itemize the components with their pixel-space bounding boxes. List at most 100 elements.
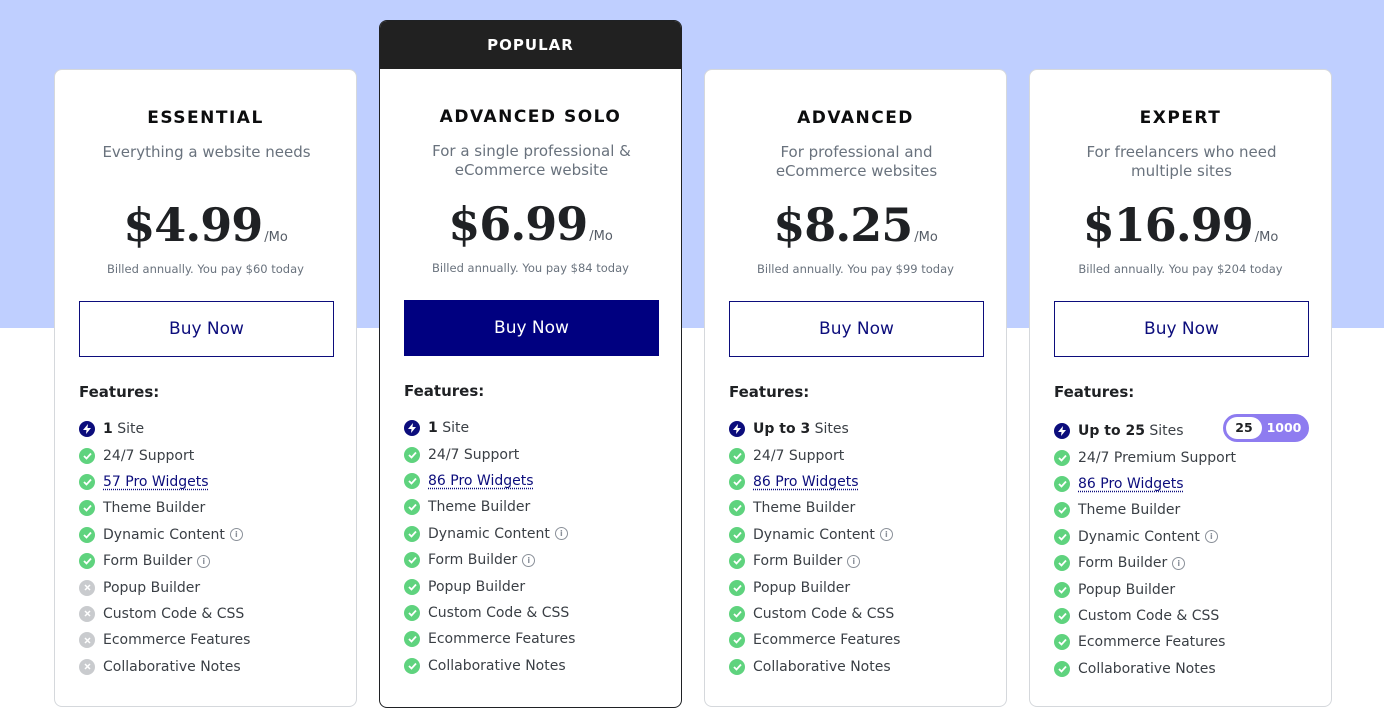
bolt-icon — [404, 420, 420, 437]
check-icon — [729, 447, 745, 464]
plan-price: $8.25 — [773, 198, 913, 252]
check-icon — [729, 473, 745, 490]
info-icon[interactable]: i — [1172, 556, 1186, 570]
bolt-icon — [1054, 423, 1070, 440]
price-row: $6.99/Mo — [380, 197, 681, 251]
info-icon[interactable]: i — [229, 528, 243, 542]
check-icon — [1054, 607, 1070, 624]
feature-label: Sites — [810, 421, 849, 438]
info-icon[interactable]: i — [197, 554, 211, 568]
feature-label: Custom Code & CSS — [1078, 607, 1220, 624]
feature-label: Collaborative Notes — [428, 657, 566, 674]
feature-item: Popup Builder — [79, 574, 250, 600]
plan-description: For a single professional & eCommerce we… — [432, 142, 631, 179]
buy-now-button[interactable]: Buy Now — [79, 301, 334, 357]
feature-item: Theme Builder — [1054, 497, 1236, 523]
cross-icon — [79, 632, 95, 649]
info-icon[interactable]: i — [847, 554, 861, 568]
check-icon — [404, 578, 420, 595]
billing-note: Billed annually. You pay $99 today — [757, 262, 954, 276]
feature-item: Custom Code & CSS — [404, 600, 575, 626]
info-icon[interactable]: i — [1204, 530, 1218, 544]
check-icon — [79, 500, 95, 517]
feature-label: Dynamic Content — [753, 526, 875, 543]
features-heading: Features: — [79, 383, 160, 401]
check-icon — [729, 526, 745, 543]
buy-now-button[interactable]: Buy Now — [1054, 301, 1309, 357]
feature-label: Dynamic Content — [1078, 528, 1200, 545]
bolt-icon — [79, 421, 95, 438]
check-icon — [79, 526, 95, 543]
price-row: $16.99/Mo — [1030, 198, 1331, 252]
plan-name: ADVANCED — [797, 108, 914, 128]
check-icon — [1054, 555, 1070, 572]
feature-item: Custom Code & CSS — [1054, 603, 1236, 629]
popular-banner: POPULAR — [380, 21, 681, 69]
plan-card-advanced-solo: POPULAR ADVANCED SOLO For a single profe… — [379, 20, 682, 708]
check-icon — [1054, 475, 1070, 492]
features-heading: Features: — [404, 382, 485, 400]
feature-item: Ecommerce Features — [404, 626, 575, 652]
price-period: /Mo — [589, 229, 613, 244]
plan-description: For professional and eCommerce websites — [775, 143, 938, 180]
feature-label: Ecommerce Features — [753, 632, 901, 649]
check-icon — [729, 579, 745, 596]
feature-item: 24/7 Support — [729, 442, 900, 468]
feature-item: Collaborative Notes — [79, 654, 250, 680]
check-icon — [404, 604, 420, 621]
feature-label: Custom Code & CSS — [428, 604, 570, 621]
pro-widgets-link[interactable]: 86 Pro Widgets — [1078, 476, 1184, 492]
feature-label: Collaborative Notes — [103, 658, 241, 675]
feature-item: Dynamic Content i — [1054, 524, 1236, 550]
info-icon[interactable]: i — [879, 528, 893, 542]
info-icon[interactable]: i — [522, 553, 536, 567]
feature-label: Dynamic Content — [103, 526, 225, 543]
price-period: /Mo — [264, 230, 288, 245]
price-period: /Mo — [1254, 230, 1279, 245]
feature-label: Popup Builder — [428, 578, 526, 595]
feature-label: Form Builder — [103, 553, 193, 570]
sites-option-other[interactable]: 1000 — [1262, 417, 1306, 439]
feature-item: Dynamic Content i — [404, 521, 575, 547]
feature-item: Dynamic Content i — [79, 522, 250, 548]
feature-item: Collaborative Notes — [1054, 656, 1236, 682]
feature-item: Form Builder i — [79, 548, 250, 574]
cross-icon — [79, 579, 95, 596]
feature-highlight: Up to 25 — [1078, 423, 1145, 440]
pro-widgets-link[interactable]: 57 Pro Widgets — [103, 474, 209, 490]
cross-icon — [79, 605, 95, 622]
feature-item: 1 Site — [79, 416, 250, 442]
feature-label: Theme Builder — [1078, 502, 1181, 519]
feature-label: 24/7 Support — [428, 446, 520, 463]
feature-label: Ecommerce Features — [103, 632, 251, 649]
billing-note: Billed annually. You pay $84 today — [432, 261, 629, 275]
feature-item: Ecommerce Features — [729, 627, 900, 653]
billing-note: Billed annually. You pay $204 today — [1078, 262, 1283, 276]
price-row: $8.25/Mo — [705, 198, 1006, 252]
features-heading: Features: — [1054, 383, 1135, 401]
check-icon — [79, 553, 95, 570]
check-icon — [729, 553, 745, 570]
plan-card-expert: EXPERT For freelancers who need multiple… — [1029, 69, 1332, 707]
feature-item: Popup Builder — [729, 574, 900, 600]
info-icon[interactable]: i — [554, 527, 568, 541]
check-icon — [729, 500, 745, 517]
pro-widgets-link[interactable]: 86 Pro Widgets — [753, 474, 859, 490]
buy-now-button[interactable]: Buy Now — [729, 301, 984, 357]
check-icon — [1054, 449, 1070, 466]
feature-label: Popup Builder — [753, 579, 851, 596]
feature-label: Sites — [1144, 423, 1184, 440]
buy-now-button[interactable]: Buy Now — [404, 300, 659, 356]
feature-highlight: 1 — [428, 420, 438, 437]
check-icon — [729, 658, 745, 675]
feature-highlight: 1 — [103, 421, 113, 438]
check-icon — [79, 447, 95, 464]
price-row: $4.99/Mo — [55, 198, 356, 252]
feature-item: Up to 25 Sites — [1054, 418, 1236, 444]
check-icon — [1054, 502, 1070, 519]
pro-widgets-link[interactable]: 86 Pro Widgets — [428, 473, 534, 489]
bolt-icon — [729, 421, 745, 438]
plan-card-essential: ESSENTIAL Everything a website needs $4.… — [54, 69, 357, 707]
feature-item: Form Builder i — [729, 548, 900, 574]
feature-label: Theme Builder — [753, 500, 856, 517]
